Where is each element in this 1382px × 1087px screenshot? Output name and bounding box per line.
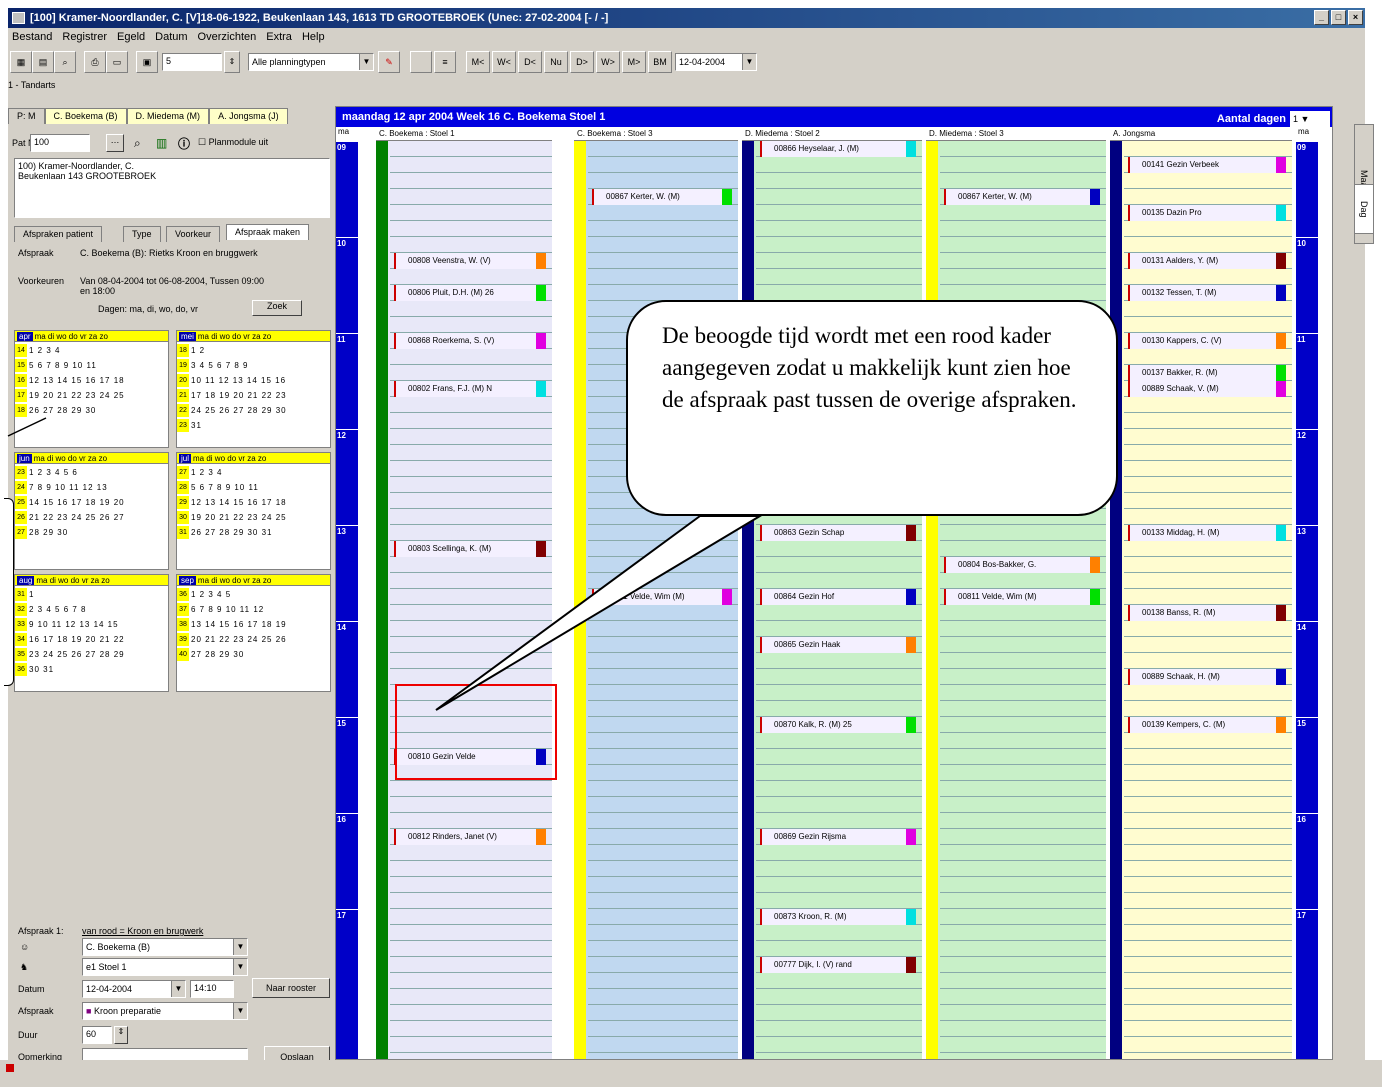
left-pointer-line bbox=[7, 417, 47, 437]
callout-pointer bbox=[435, 515, 764, 711]
status-bar bbox=[0, 1060, 1382, 1087]
left-callout-edge bbox=[4, 498, 14, 686]
status-indicator-icon bbox=[6, 1064, 14, 1072]
callout-bubble: De beoogde tijd wordt met een rood kader… bbox=[626, 300, 1118, 516]
callout-pointers bbox=[7, 417, 764, 711]
